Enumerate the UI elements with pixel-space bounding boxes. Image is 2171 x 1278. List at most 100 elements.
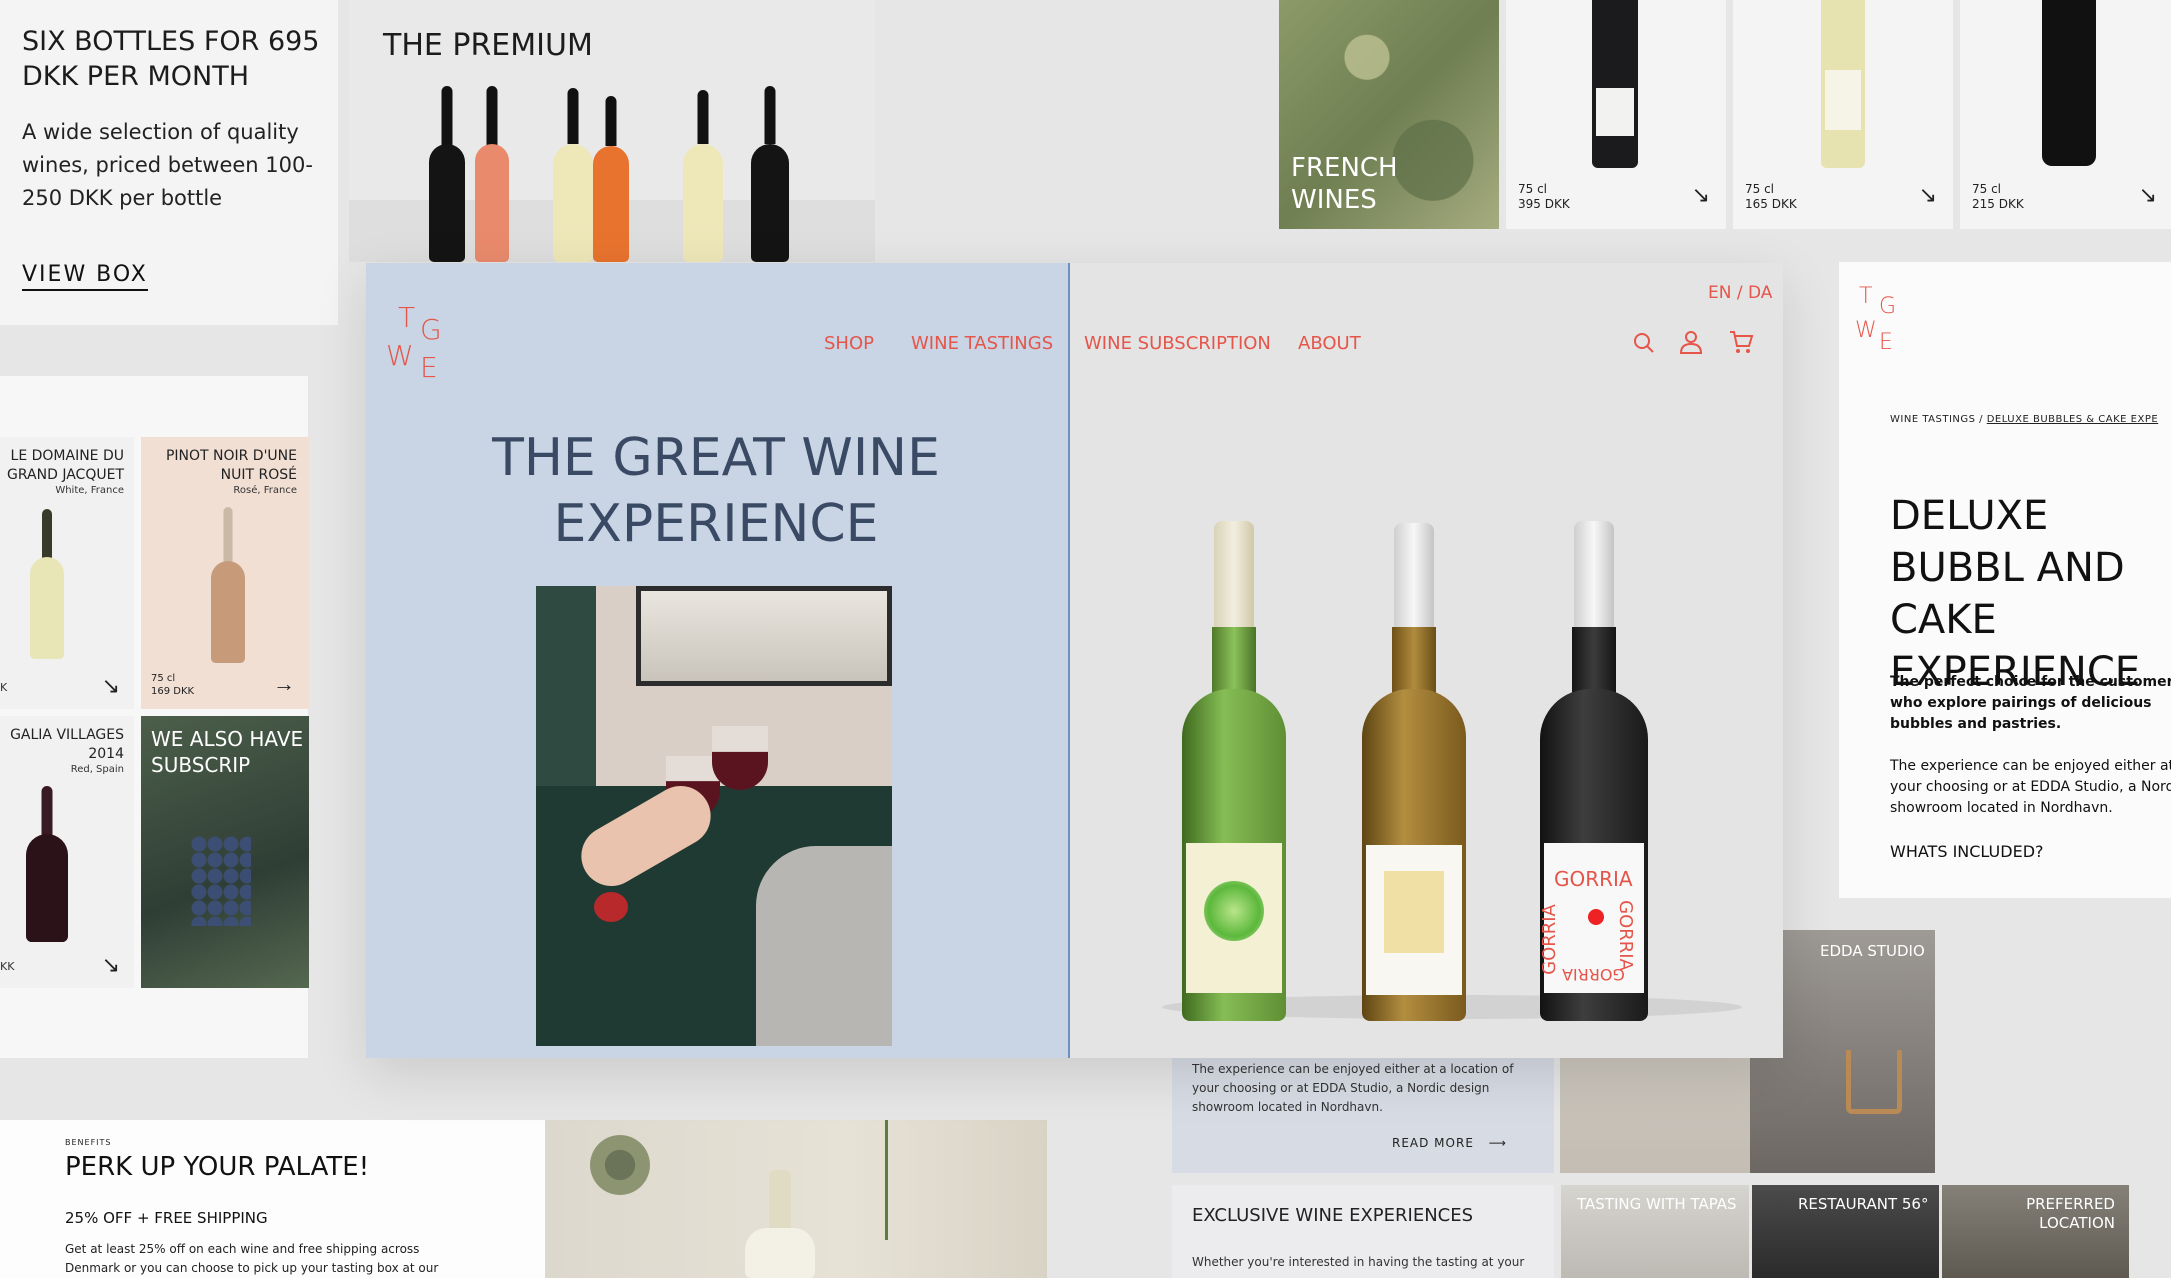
- logo[interactable]: T G W E: [386, 301, 446, 384]
- hero-photo: [536, 586, 892, 1046]
- logo-letter-e: E: [1879, 330, 1893, 355]
- detail-paragraph-1: The perfect choice for the customer who …: [1890, 674, 2171, 732]
- hero-right-panel: EN / DA WINE SUBSCRIPTION ABOUT GORRIA G…: [1072, 263, 1783, 1058]
- arrow-down-right-icon[interactable]: ↘: [2139, 182, 2157, 208]
- logo-letter-w: W: [386, 339, 414, 372]
- bottle-image: [683, 90, 723, 262]
- bottle-image: [751, 86, 789, 262]
- bottle-image: [553, 88, 593, 262]
- product-name: GALIA VILLAGES 2014: [10, 727, 124, 762]
- experience-tile[interactable]: RESTAURANT 56°: [1752, 1185, 1939, 1278]
- product-card[interactable]: 75 cl 215 DKK ↘: [1960, 0, 2171, 229]
- detail-paragraph-2: The experience can be enjoyed either at …: [1890, 758, 2171, 816]
- arrow-down-right-icon[interactable]: ↘: [102, 673, 120, 699]
- read-more-link[interactable]: READ MORE ⟶: [1392, 1136, 1507, 1150]
- whats-included-link[interactable]: WHATS INCLUDED?: [1890, 842, 2044, 861]
- product-volume: 75 cl: [1745, 182, 1775, 196]
- gorria-label-text: GORRIA: [1538, 904, 1560, 975]
- subscription-card: SIX BOTTLES FOR 695 DKK PER MONTH A wide…: [0, 0, 338, 325]
- benefits-offer: 25% OFF + FREE SHIPPING: [65, 1209, 268, 1227]
- bottle-capsule: [1574, 521, 1614, 631]
- experience-tile-label: TASTING WITH TAPAS: [1577, 1195, 1737, 1213]
- product-origin: Rosé, France: [233, 485, 297, 496]
- subscription-promo-text: WE ALSO HAVE WINE SUBSCRIP: [151, 727, 309, 777]
- nav-shop[interactable]: SHOP: [824, 333, 874, 354]
- detail-title: DELUXE BUBBL AND CAKE EXPERIENCE: [1890, 493, 2141, 695]
- logo-letter-t: T: [398, 301, 416, 334]
- bottle-dark: GORRIA GORRIA GORRIA GORRIA: [1538, 521, 1648, 1021]
- arrow-right-icon[interactable]: →: [273, 671, 295, 697]
- label-red-dot: [1588, 909, 1604, 925]
- bottle-neck: [1572, 627, 1616, 697]
- bottle-capsule: [1394, 523, 1434, 631]
- grapes-photo: [191, 836, 251, 926]
- product-card[interactable]: 75 cl 395 DKK ↘: [1506, 0, 1726, 229]
- hero-left-panel: T G W E SHOP WINE TASTINGS THE GREAT WIN…: [366, 263, 1070, 1058]
- product-card[interactable]: GALIA VILLAGES 2014 Red, Spain KK ↘: [0, 716, 134, 988]
- bottle-image: [475, 86, 509, 262]
- account-icon[interactable]: [1678, 329, 1704, 355]
- nav-wine-subscription[interactable]: WINE SUBSCRIPTION: [1084, 333, 1271, 354]
- experience-tile[interactable]: PREFERRED LOCATION: [1942, 1185, 2129, 1278]
- experience-tile[interactable]: TASTING WITH TAPAS: [1561, 1185, 1749, 1278]
- scrunchie: [594, 892, 628, 922]
- plant-photo: [885, 1120, 945, 1240]
- view-box-link[interactable]: VIEW BOX: [22, 262, 148, 291]
- product-card[interactable]: PINOT NOIR D'UNE NUIT ROSÉ Rosé, France …: [141, 437, 309, 709]
- bottle-image: [30, 509, 64, 659]
- benefits-text: Get at least 25% off on each wine and fr…: [65, 1242, 439, 1275]
- premium-card: THE PREMIUM: [349, 0, 875, 262]
- arrow-down-right-icon[interactable]: ↘: [102, 952, 120, 978]
- chair-photo: [1846, 1050, 1902, 1114]
- logo-letter-w: W: [1855, 318, 1877, 343]
- product-origin: White, France: [55, 485, 124, 496]
- french-wines-tile[interactable]: FRENCH WINES: [1279, 0, 1499, 229]
- product-name: PINOT NOIR D'UNE NUIT ROSÉ: [165, 448, 297, 483]
- gorria-label-text: GORRIA: [1562, 965, 1625, 984]
- detail-page: T G W E WINE TASTINGS / DELUXE BUBBLES &…: [1839, 262, 2171, 898]
- bottle-neck: [1392, 627, 1436, 697]
- price-fragment: KK: [0, 960, 15, 973]
- flower-photo: [585, 1130, 655, 1200]
- product-card[interactable]: LE DOMAINE DU GRAND JACQUET White, Franc…: [0, 437, 134, 709]
- product-price: 395 DKK: [1518, 197, 1570, 211]
- experience-tile-label: RESTAURANT 56°: [1798, 1195, 1929, 1213]
- hero-headline: THE GREAT WINE EXPERIENCE: [492, 428, 940, 554]
- bottle-capsule: [1214, 521, 1254, 631]
- edda-studio-label: EDDA STUDIO: [1820, 942, 1925, 960]
- main-website-window: T G W E SHOP WINE TASTINGS THE GREAT WIN…: [366, 263, 1783, 1058]
- exclusive-experiences-card: EXCLUSIVE WINE EXPERIENCES Whether you'r…: [1172, 1185, 1554, 1278]
- bottle-image: [429, 86, 465, 262]
- product-origin: Red, Spain: [70, 764, 124, 775]
- hand-left: [570, 775, 722, 897]
- nav-wine-tastings[interactable]: WINE TASTINGS: [911, 333, 1053, 354]
- bottle-image: [1821, 0, 1865, 168]
- bottle-neck: [1212, 627, 1256, 697]
- product-card[interactable]: 75 cl 165 DKK ↘: [1733, 0, 1953, 229]
- experience-tile-label: PREFERRED LOCATION: [2026, 1195, 2115, 1232]
- read-more-label: READ MORE: [1392, 1136, 1474, 1150]
- subscription-title: SIX BOTTLES FOR 695 DKK PER MONTH: [22, 26, 320, 92]
- long-arrow-right-icon: ⟶: [1488, 1136, 1507, 1150]
- breadcrumb-root[interactable]: WINE TASTINGS /: [1890, 414, 1983, 425]
- benefits-title: PERK UP YOUR PALATE!: [65, 1152, 370, 1182]
- benefits-eyebrow: BENEFITS: [65, 1138, 112, 1147]
- product-name: LE DOMAINE DU GRAND JACQUET: [7, 448, 124, 483]
- arrow-down-right-icon[interactable]: ↘: [1692, 182, 1710, 208]
- nav-about[interactable]: ABOUT: [1298, 333, 1361, 354]
- bottle-image: [2042, 0, 2096, 166]
- subscription-promo-tile[interactable]: WE ALSO HAVE WINE SUBSCRIP: [141, 716, 309, 988]
- language-switcher[interactable]: EN / DA: [1708, 283, 1772, 303]
- cart-icon[interactable]: [1728, 329, 1754, 355]
- search-icon[interactable]: [1632, 331, 1656, 355]
- product-volume: 75 cl: [1518, 182, 1548, 196]
- bottle-image: [745, 1170, 815, 1278]
- benefits-card: BENEFITS PERK UP YOUR PALATE! 25% OFF + …: [0, 1120, 545, 1278]
- arrow-down-right-icon[interactable]: ↘: [1919, 182, 1937, 208]
- product-price: 165 DKK: [1745, 197, 1797, 211]
- exclusive-title: EXCLUSIVE WINE EXPERIENCES: [1192, 1205, 1474, 1226]
- benefits-photo: [545, 1120, 1047, 1278]
- sleeve-right: [756, 846, 892, 1046]
- wine-glass-right: [712, 726, 768, 790]
- product-volume: 75 cl: [1972, 182, 2002, 196]
